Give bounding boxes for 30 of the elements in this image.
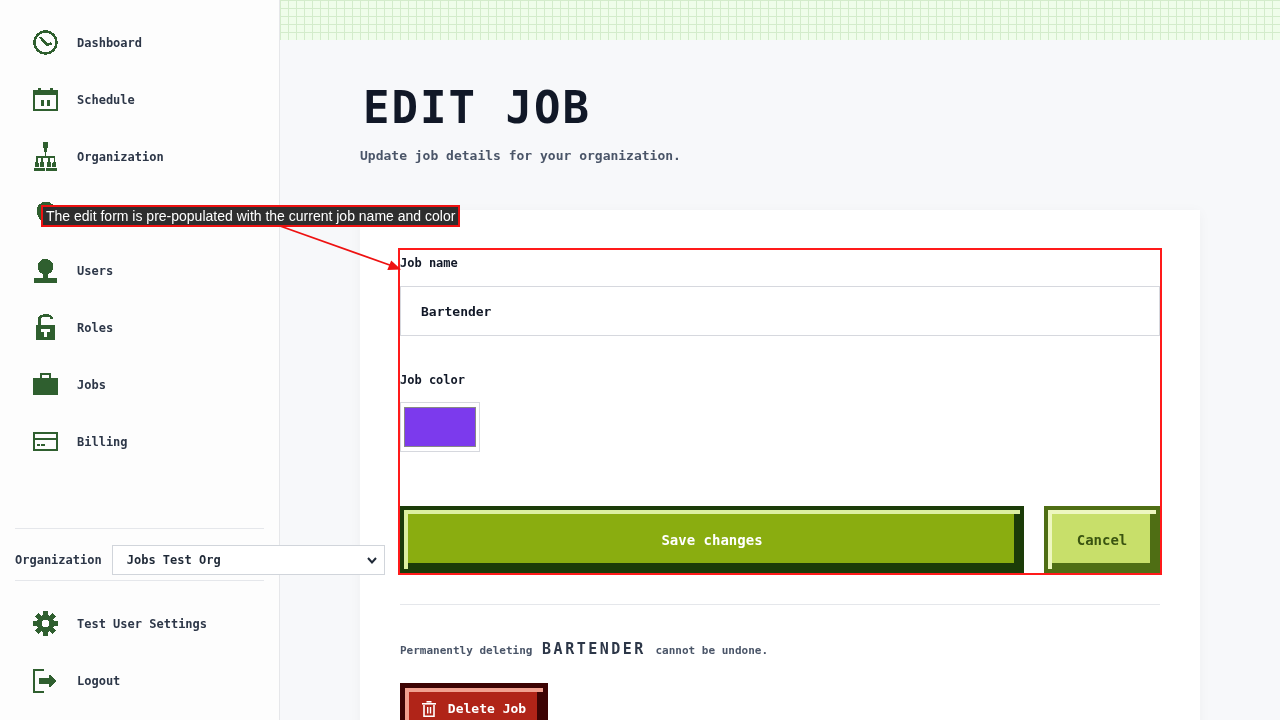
- sidebar-item[interactable]: Jobs: [33, 356, 106, 413]
- delete-job-button[interactable]: Delete Job: [400, 683, 548, 720]
- page-subtitle: Update job details for your organization.: [360, 147, 682, 165]
- padlock-icon: [35, 314, 56, 341]
- user-icon: [33, 258, 58, 283]
- clock-icon: [33, 30, 58, 55]
- job-name-input[interactable]: Bartender: [400, 286, 1160, 336]
- organization-select[interactable]: Jobs Test Org: [111, 545, 385, 575]
- field-label: Job color: [400, 372, 466, 388]
- org-chart-icon: [33, 140, 58, 173]
- annotation-caption: The edit form is pre-populated with the current job name and color: [41, 205, 461, 227]
- sidebar-item[interactable]: Dashboard: [33, 14, 143, 71]
- logout-icon: [33, 668, 58, 693]
- organization-label: Organization: [15, 553, 102, 567]
- chevron-down-icon: [366, 556, 377, 564]
- credit-card-icon: [33, 432, 58, 451]
- calendar-icon: [33, 88, 58, 111]
- sidebar-item[interactable]: Roles: [33, 299, 114, 356]
- field-label: Job name: [400, 255, 458, 271]
- page-title: EDIT JOB: [363, 86, 592, 130]
- sidebar-item[interactable]: Logout: [33, 652, 121, 709]
- sidebar-item[interactable]: Organization: [33, 128, 164, 185]
- sidebar-item[interactable]: Schedule: [33, 71, 135, 128]
- cancel-button[interactable]: Cancel: [1044, 506, 1160, 573]
- briefcase-icon: [33, 373, 58, 396]
- sidebar-item[interactable]: Users: [33, 242, 114, 299]
- delete-warning-text: Permanently deleting BARTENDER cannot be undone.: [400, 640, 770, 660]
- sidebar-item[interactable]: Test User Settings: [33, 595, 208, 652]
- trash-icon: [421, 701, 436, 717]
- sidebar-item[interactable]: Billing: [33, 413, 128, 470]
